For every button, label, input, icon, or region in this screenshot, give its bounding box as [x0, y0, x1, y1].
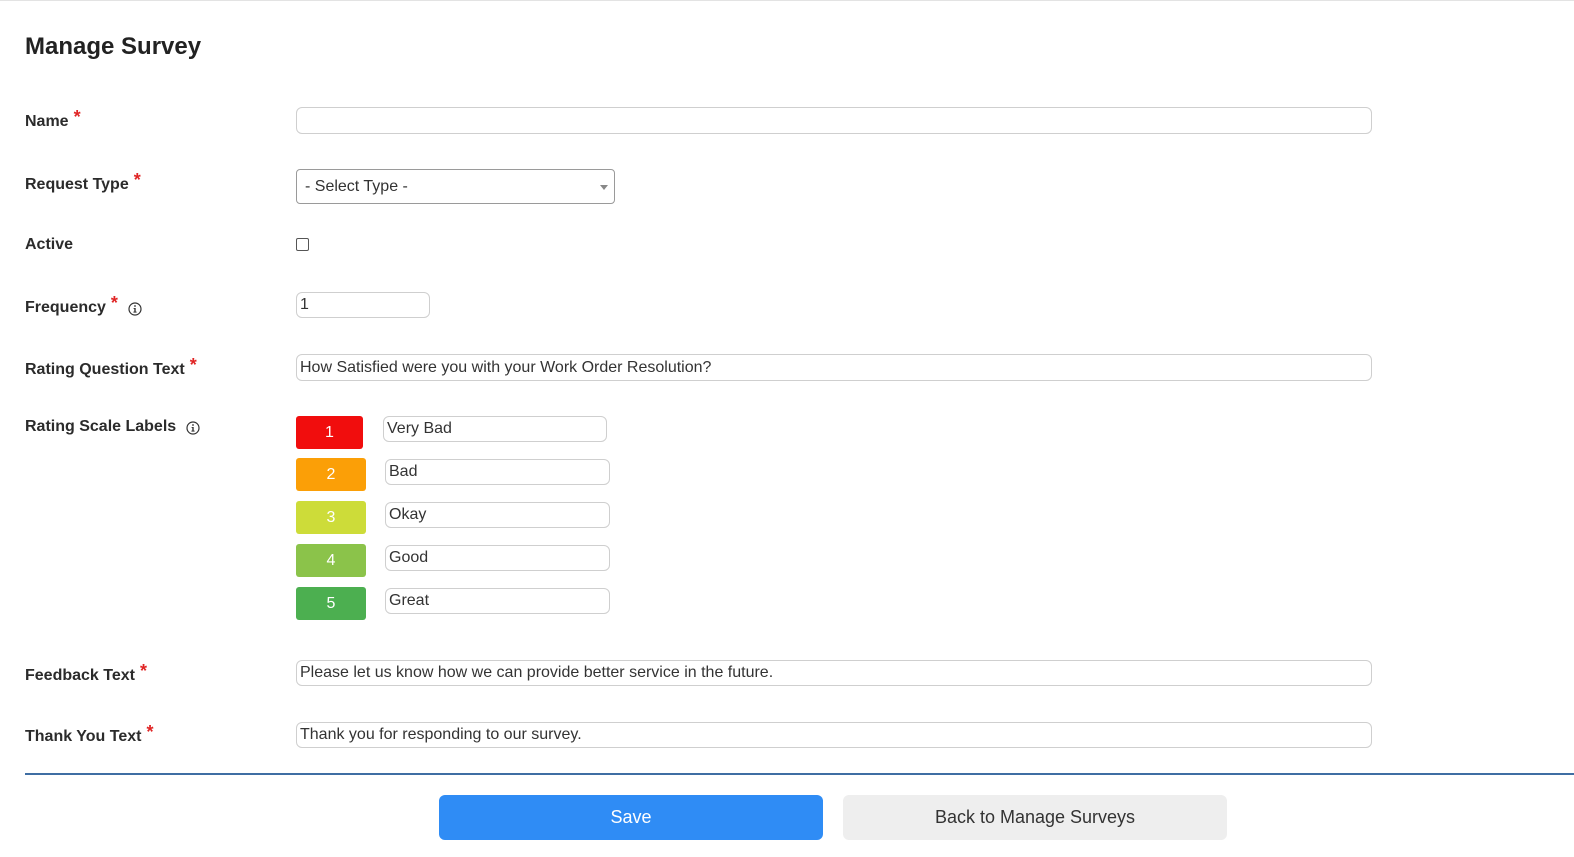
rating-scale-label-input-1[interactable] — [383, 416, 607, 442]
back-to-manage-surveys-button[interactable]: Back to Manage Surveys — [843, 795, 1227, 840]
required-mark: * — [73, 107, 81, 127]
name-label-text: Name — [25, 112, 69, 130]
name-input[interactable] — [296, 107, 1372, 134]
rating-scale-number: 5 — [326, 594, 336, 612]
request-type-label-text: Request Type — [25, 175, 129, 193]
rating-scale-label-text: Rating Scale Labels — [25, 418, 177, 435]
thank-you-text-input[interactable] — [296, 722, 1372, 748]
rating-scale-badge-1: 1 — [296, 416, 363, 449]
feedback-text-label: Feedback Text * — [25, 661, 147, 686]
rating-question-input[interactable] — [296, 354, 1372, 381]
rating-scale-number: 1 — [325, 423, 334, 441]
required-mark: * — [146, 722, 154, 742]
rating-scale-number: 2 — [326, 465, 336, 483]
thank-you-text-label-text: Thank You Text — [25, 727, 142, 745]
request-type-select[interactable]: - Select Type - — [296, 169, 615, 204]
feedback-text-input[interactable] — [296, 660, 1372, 686]
name-label: Name * — [25, 107, 81, 132]
info-circle-icon[interactable] — [186, 421, 200, 435]
frequency-label: Frequency * — [25, 293, 142, 318]
feedback-text-label-text: Feedback Text — [25, 666, 135, 684]
active-label-text: Active — [25, 236, 74, 253]
required-mark: * — [139, 661, 147, 681]
rating-scale-label: Rating Scale Labels — [25, 418, 200, 436]
save-button[interactable]: Save — [439, 795, 823, 840]
rating-scale-number: 3 — [326, 508, 336, 526]
rating-scale-number: 4 — [326, 551, 336, 569]
form-divider — [25, 773, 1574, 775]
rating-scale-label-input-2[interactable] — [385, 459, 610, 485]
active-label: Active — [25, 236, 73, 254]
active-checkbox[interactable] — [296, 238, 309, 251]
frequency-input[interactable] — [296, 292, 430, 318]
rating-scale-label-input-4[interactable] — [385, 545, 610, 571]
request-type-label: Request Type * — [25, 170, 141, 195]
info-circle-icon[interactable] — [128, 301, 142, 316]
rating-scale-badge-2: 2 — [296, 458, 366, 491]
required-mark: * — [189, 355, 197, 375]
rating-scale-label-input-3[interactable] — [385, 502, 610, 528]
page-title: Manage Survey — [25, 33, 202, 60]
rating-scale-badge-3: 3 — [296, 501, 366, 534]
rating-scale-badge-4: 4 — [296, 544, 366, 577]
rating-question-label-text: Rating Question Text — [25, 360, 185, 378]
rating-scale-label-input-5[interactable] — [385, 588, 610, 614]
manage-survey-page: Manage Survey Name * Request Type * - Se… — [0, 0, 1574, 857]
rating-scale-badge-5: 5 — [296, 587, 366, 620]
chevron-down-icon — [600, 185, 608, 190]
required-mark: * — [133, 170, 141, 190]
rating-question-label: Rating Question Text * — [25, 355, 197, 380]
thank-you-text-label: Thank You Text * — [25, 722, 153, 747]
required-mark: * — [110, 293, 118, 313]
request-type-selected: - Select Type - — [305, 177, 408, 195]
frequency-label-text: Frequency — [25, 298, 106, 316]
